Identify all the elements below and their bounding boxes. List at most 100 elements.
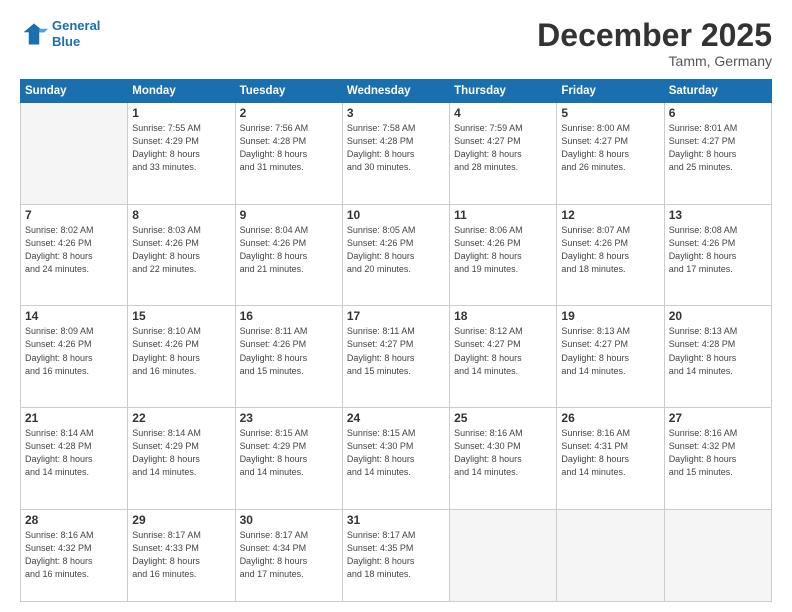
weekday-header-friday: Friday [557,80,664,103]
day-number: 11 [454,208,552,222]
calendar-cell: 24 Sunrise: 8:15 AM Sunset: 4:30 PM Dayli… [342,408,449,510]
day-info: Sunrise: 7:56 AM Sunset: 4:28 PM Dayligh… [240,122,338,174]
calendar-cell: 16 Sunrise: 8:11 AM Sunset: 4:26 PM Dayli… [235,306,342,408]
calendar-cell: 19 Sunrise: 8:13 AM Sunset: 4:27 PM Dayli… [557,306,664,408]
day-info: Sunrise: 8:09 AM Sunset: 4:26 PM Dayligh… [25,325,123,377]
day-info: Sunrise: 7:59 AM Sunset: 4:27 PM Dayligh… [454,122,552,174]
weekday-header-saturday: Saturday [664,80,771,103]
calendar-cell: 6Sunrise: 8:01 AM Sunset: 4:27 PM Daylig… [664,103,771,205]
day-info: Sunrise: 7:55 AM Sunset: 4:29 PM Dayligh… [132,122,230,174]
calendar-cell: 27 Sunrise: 8:16 AM Sunset: 4:32 PM Dayli… [664,408,771,510]
day-number: 8 [132,208,230,222]
day-number: 7 [25,208,123,222]
title-block: December 2025 Tamm, Germany [537,18,772,69]
day-number: 27 [669,411,767,425]
day-info: Sunrise: 8:04 AM Sunset: 4:26 PM Dayligh… [240,224,338,276]
calendar-cell [664,509,771,601]
day-info: Sunrise: 8:17 AM Sunset: 4:35 PM Dayligh… [347,529,445,581]
day-number: 28 [25,513,123,527]
calendar-week-row: 21 Sunrise: 8:14 AM Sunset: 4:28 PM Dayli… [21,408,772,510]
day-number: 10 [347,208,445,222]
day-number: 17 [347,309,445,323]
day-info: Sunrise: 8:10 AM Sunset: 4:26 PM Dayligh… [132,325,230,377]
day-number: 29 [132,513,230,527]
day-number: 2 [240,106,338,120]
page: General Blue December 2025 Tamm, Germany… [0,0,792,612]
calendar: SundayMondayTuesdayWednesdayThursdayFrid… [20,79,772,602]
calendar-cell: 2 Sunrise: 7:56 AM Sunset: 4:28 PM Daylig… [235,103,342,205]
day-number: 16 [240,309,338,323]
calendar-cell: 28 Sunrise: 8:16 AM Sunset: 4:32 PM Dayli… [21,509,128,601]
calendar-week-row: 7 Sunrise: 8:02 AM Sunset: 4:26 PM Daylig… [21,204,772,306]
day-number: 23 [240,411,338,425]
calendar-cell: 1 Sunrise: 7:55 AM Sunset: 4:29 PM Daylig… [128,103,235,205]
day-number: 19 [561,309,659,323]
calendar-cell: 3 Sunrise: 7:58 AM Sunset: 4:28 PM Daylig… [342,103,449,205]
day-number: 5 [561,106,659,120]
day-info: Sunrise: 8:11 AM Sunset: 4:27 PM Dayligh… [347,325,445,377]
day-number: 1 [132,106,230,120]
calendar-cell: 12 Sunrise: 8:07 AM Sunset: 4:26 PM Dayli… [557,204,664,306]
calendar-week-row: 1 Sunrise: 7:55 AM Sunset: 4:29 PM Daylig… [21,103,772,205]
day-number: 4 [454,106,552,120]
day-number: 6 [669,106,767,120]
calendar-week-row: 14 Sunrise: 8:09 AM Sunset: 4:26 PM Dayli… [21,306,772,408]
day-number: 18 [454,309,552,323]
header: General Blue December 2025 Tamm, Germany [20,18,772,69]
logo-icon [20,20,48,48]
day-info: Sunrise: 8:15 AM Sunset: 4:29 PM Dayligh… [240,427,338,479]
calendar-cell: 22 Sunrise: 8:14 AM Sunset: 4:29 PM Dayli… [128,408,235,510]
calendar-cell [557,509,664,601]
day-info: Sunrise: 8:13 AM Sunset: 4:28 PM Dayligh… [669,325,767,377]
logo-text: General Blue [52,18,100,49]
day-number: 14 [25,309,123,323]
day-info: Sunrise: 8:17 AM Sunset: 4:34 PM Dayligh… [240,529,338,581]
day-info: Sunrise: 8:16 AM Sunset: 4:32 PM Dayligh… [669,427,767,479]
day-number: 30 [240,513,338,527]
day-info: Sunrise: 8:02 AM Sunset: 4:26 PM Dayligh… [25,224,123,276]
day-number: 22 [132,411,230,425]
weekday-header-wednesday: Wednesday [342,80,449,103]
day-info: Sunrise: 8:11 AM Sunset: 4:26 PM Dayligh… [240,325,338,377]
day-info: Sunrise: 8:14 AM Sunset: 4:29 PM Dayligh… [132,427,230,479]
day-info: Sunrise: 8:03 AM Sunset: 4:26 PM Dayligh… [132,224,230,276]
day-number: 3 [347,106,445,120]
day-info: Sunrise: 8:16 AM Sunset: 4:30 PM Dayligh… [454,427,552,479]
calendar-cell [450,509,557,601]
weekday-header-monday: Monday [128,80,235,103]
day-number: 12 [561,208,659,222]
weekday-header-thursday: Thursday [450,80,557,103]
calendar-cell: 9 Sunrise: 8:04 AM Sunset: 4:26 PM Daylig… [235,204,342,306]
day-info: Sunrise: 8:14 AM Sunset: 4:28 PM Dayligh… [25,427,123,479]
day-info: Sunrise: 7:58 AM Sunset: 4:28 PM Dayligh… [347,122,445,174]
day-number: 25 [454,411,552,425]
day-number: 26 [561,411,659,425]
weekday-header-sunday: Sunday [21,80,128,103]
day-info: Sunrise: 8:12 AM Sunset: 4:27 PM Dayligh… [454,325,552,377]
calendar-cell: 4 Sunrise: 7:59 AM Sunset: 4:27 PM Daylig… [450,103,557,205]
day-info: Sunrise: 8:13 AM Sunset: 4:27 PM Dayligh… [561,325,659,377]
weekday-header-row: SundayMondayTuesdayWednesdayThursdayFrid… [21,80,772,103]
calendar-cell: 11 Sunrise: 8:06 AM Sunset: 4:26 PM Dayli… [450,204,557,306]
day-number: 24 [347,411,445,425]
day-info: Sunrise: 8:15 AM Sunset: 4:30 PM Dayligh… [347,427,445,479]
day-info: Sunrise: 8:08 AM Sunset: 4:26 PM Dayligh… [669,224,767,276]
day-info: Sunrise: 8:07 AM Sunset: 4:26 PM Dayligh… [561,224,659,276]
day-info: Sunrise: 8:16 AM Sunset: 4:32 PM Dayligh… [25,529,123,581]
calendar-cell: 21 Sunrise: 8:14 AM Sunset: 4:28 PM Dayli… [21,408,128,510]
calendar-cell: 7 Sunrise: 8:02 AM Sunset: 4:26 PM Daylig… [21,204,128,306]
logo: General Blue [20,18,100,49]
day-number: 9 [240,208,338,222]
calendar-cell: 31 Sunrise: 8:17 AM Sunset: 4:35 PM Dayli… [342,509,449,601]
calendar-cell: 29Sunrise: 8:17 AM Sunset: 4:33 PM Dayli… [128,509,235,601]
calendar-week-row: 28 Sunrise: 8:16 AM Sunset: 4:32 PM Dayli… [21,509,772,601]
day-info: Sunrise: 8:06 AM Sunset: 4:26 PM Dayligh… [454,224,552,276]
day-number: 31 [347,513,445,527]
calendar-cell: 5Sunrise: 8:00 AM Sunset: 4:27 PM Daylig… [557,103,664,205]
day-number: 21 [25,411,123,425]
calendar-cell: 26 Sunrise: 8:16 AM Sunset: 4:31 PM Dayli… [557,408,664,510]
month-title: December 2025 [537,18,772,53]
weekday-header-tuesday: Tuesday [235,80,342,103]
day-info: Sunrise: 8:16 AM Sunset: 4:31 PM Dayligh… [561,427,659,479]
calendar-cell: 8 Sunrise: 8:03 AM Sunset: 4:26 PM Daylig… [128,204,235,306]
